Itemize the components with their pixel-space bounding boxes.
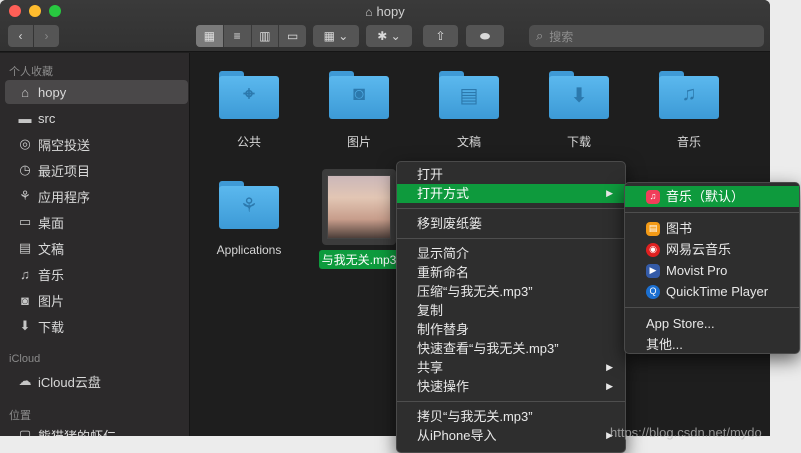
home-icon: ⌂ <box>365 5 373 19</box>
folder-icon: ◙ <box>329 71 389 119</box>
menu-item-get-info[interactable]: 显示简介 <box>397 244 625 263</box>
sidebar-item-documents[interactable]: ▤ 文稿 <box>5 236 188 260</box>
group-by-button[interactable]: ▦ ⌄ <box>313 25 359 47</box>
sidebar-item-location[interactable]: ▢ 熊猫猪的虾仁 <box>5 423 188 436</box>
file-item[interactable]: ▤ 文稿 <box>419 71 519 150</box>
file-item-selected[interactable]: 与我无关.mp3 <box>309 169 409 269</box>
open-with-netease-music[interactable]: ◉ 网易云音乐 <box>625 239 799 260</box>
open-with-submenu: ♫ 音乐（默认） ▤ 图书 ◉ 网易云音乐 ▶ Movist Pro Q Qui… <box>624 182 800 354</box>
sidebar-item-hopy[interactable]: ⌂ hopy <box>5 80 188 104</box>
menu-item-quick-look[interactable]: 快速查看“与我无关.mp3” <box>397 339 625 358</box>
sidebar-item-airdrop[interactable]: ◎ 隔空投送 <box>5 132 188 156</box>
menu-item-duplicate[interactable]: 复制 <box>397 301 625 320</box>
netease-music-app-icon: ◉ <box>646 242 660 257</box>
menu-separator <box>397 208 625 209</box>
airdrop-icon: ◎ <box>19 136 31 151</box>
sidebar-item-recents[interactable]: ◷ 最近项目 <box>5 158 188 182</box>
folder-icon: ▤ <box>439 71 499 119</box>
menu-item-make-alias[interactable]: 制作替身 <box>397 320 625 339</box>
file-item[interactable]: ⚘ Applications <box>199 181 299 257</box>
column-view-button[interactable]: ▥ <box>252 25 280 47</box>
open-with-other[interactable]: 其他... <box>625 334 799 355</box>
sidebar-item-downloads[interactable]: ⬇ 下载 <box>5 314 188 338</box>
music-app-icon: ♫ <box>646 189 660 204</box>
folder-icon: ▬ <box>18 110 32 126</box>
watermark-text: https://blog.csdn.net/mydo <box>610 425 762 440</box>
share-button[interactable]: ⇧ <box>423 25 458 47</box>
menu-item-import-from-iphone[interactable]: 从iPhone导入 ▶ <box>397 426 625 445</box>
document-icon: ▤ <box>18 240 32 255</box>
sidebar-item-music[interactable]: ♫ 音乐 <box>5 262 188 286</box>
gallery-view-button[interactable]: ▭ <box>279 25 306 47</box>
sidebar-item-applications[interactable]: ⚘ 应用程序 <box>5 184 188 208</box>
search-input[interactable]: ⌕ 搜索 <box>529 25 764 47</box>
menu-item-rename[interactable]: 重新命名 <box>397 263 625 282</box>
forward-button[interactable]: › <box>34 25 59 47</box>
back-button[interactable]: ‹ <box>8 25 33 47</box>
folder-icon: ⚘ <box>219 181 279 229</box>
action-gear-button[interactable]: ✱ ⌄ <box>366 25 412 47</box>
menu-item-open-with[interactable]: 打开方式 ▶ <box>397 184 625 203</box>
file-item[interactable]: ♫ 音乐 <box>639 71 739 150</box>
cloud-icon: ☁ <box>18 373 32 388</box>
menu-item-quick-actions[interactable]: 快速操作 ▶ <box>397 377 625 396</box>
list-view-button[interactable]: ≡ <box>224 25 252 47</box>
folder-icon: ♫ <box>659 71 719 119</box>
sidebar: 个人收藏 ⌂ hopy ▬ src ◎ 隔空投送 ◷ 最近项目 ⚘ 应用程序 ▭… <box>0 53 190 436</box>
file-item[interactable]: ◙ 图片 <box>309 71 409 150</box>
open-with-movist-pro[interactable]: ▶ Movist Pro <box>625 260 799 281</box>
view-mode-group: ▦ ≡ ▥ ▭ <box>196 25 306 47</box>
file-item[interactable]: ⬇ 下载 <box>529 71 629 150</box>
camera-icon: ◙ <box>21 292 29 308</box>
context-menu: 打开 打开方式 ▶ 移到废纸篓 显示简介 重新命名 压缩“与我无关.mp3” 复… <box>396 161 626 453</box>
submenu-arrow-icon: ▶ <box>606 188 613 198</box>
music-note-icon: ♫ <box>20 266 30 282</box>
submenu-arrow-icon: ▶ <box>606 362 613 372</box>
menu-item-move-to-trash[interactable]: 移到废纸篓 <box>397 214 625 233</box>
tag-button[interactable]: ⬬ <box>466 25 504 47</box>
desktop-icon: ▭ <box>18 214 32 229</box>
search-icon: ⌕ <box>536 28 544 43</box>
folder-icon: ⌖ <box>219 71 279 119</box>
audio-thumbnail <box>322 169 396 245</box>
menu-item-share[interactable]: 共享 ▶ <box>397 358 625 377</box>
disk-icon: ▢ <box>18 427 32 436</box>
file-item[interactable]: ⌖ 公共 <box>199 71 299 150</box>
movist-app-icon: ▶ <box>646 263 660 278</box>
menu-separator <box>397 401 625 402</box>
clock-icon: ◷ <box>19 162 31 177</box>
books-app-icon: ▤ <box>646 221 660 236</box>
icloud-header: iCloud <box>9 353 41 365</box>
icon-view-button[interactable]: ▦ <box>196 25 224 47</box>
menu-item-open[interactable]: 打开 <box>397 165 625 184</box>
folder-icon: ⬇ <box>549 71 609 119</box>
sidebar-item-desktop[interactable]: ▭ 桌面 <box>5 210 188 234</box>
search-placeholder: 搜索 <box>549 29 574 44</box>
menu-item-copy[interactable]: 拷贝“与我无关.mp3” <box>397 407 625 426</box>
sidebar-item-icloud-drive[interactable]: ☁ iCloud云盘 <box>5 369 188 393</box>
window-title: ⌂ hopy <box>365 4 405 19</box>
download-icon: ⬇ <box>19 318 31 333</box>
menu-item-compress[interactable]: 压缩“与我无关.mp3” <box>397 282 625 301</box>
sidebar-item-src[interactable]: ▬ src <box>5 106 188 130</box>
open-with-quicktime[interactable]: Q QuickTime Player <box>625 281 799 302</box>
submenu-arrow-icon: ▶ <box>606 381 613 391</box>
applications-icon: ⚘ <box>19 188 31 203</box>
open-with-books[interactable]: ▤ 图书 <box>625 218 799 239</box>
selected-file-label: 与我无关.mp3 <box>318 250 400 269</box>
open-with-app-store[interactable]: App Store... <box>625 313 799 334</box>
home-icon: ⌂ <box>21 84 29 100</box>
locations-header: 位置 <box>9 410 31 422</box>
menu-separator <box>625 212 799 213</box>
open-with-music[interactable]: ♫ 音乐（默认） <box>625 186 799 207</box>
sidebar-item-pictures[interactable]: ◙ 图片 <box>5 288 188 312</box>
quicktime-app-icon: Q <box>646 284 660 299</box>
favorites-header: 个人收藏 <box>9 66 53 78</box>
menu-separator <box>397 238 625 239</box>
menu-separator <box>625 307 799 308</box>
title-bar: ⌂ hopy ‹ › ▦ ≡ ▥ ▭ ▦ ⌄ ✱ ⌄ ⇧ ⬬ ⌕ 搜索 <box>0 0 770 52</box>
